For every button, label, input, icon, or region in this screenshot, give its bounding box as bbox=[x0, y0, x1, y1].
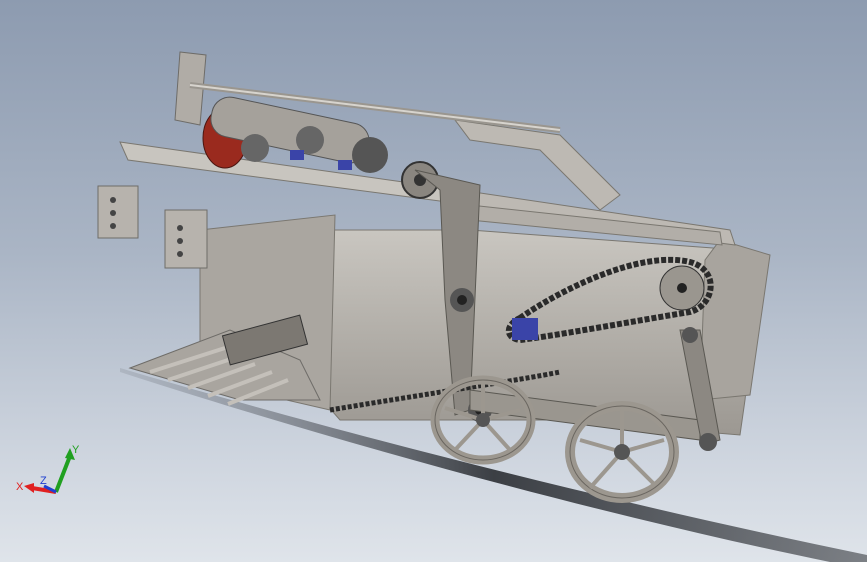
axis-triad: Y X Z bbox=[16, 444, 80, 494]
bearing-block bbox=[338, 160, 352, 170]
z-axis-label: Z bbox=[40, 475, 47, 487]
rear-wheel bbox=[565, 401, 679, 503]
hopper-rear-panel bbox=[699, 239, 771, 401]
y-axis-label: Y bbox=[72, 444, 80, 456]
chain-bearing bbox=[512, 318, 538, 340]
x-axis-label: X bbox=[16, 481, 24, 493]
hitch-plate-right bbox=[164, 209, 208, 269]
hitch-plate-left bbox=[97, 185, 139, 239]
cad-viewport[interactable]: Y X Z bbox=[0, 0, 867, 562]
potato-digger-model[interactable] bbox=[0, 0, 867, 562]
y-axis-arrow bbox=[54, 455, 72, 493]
